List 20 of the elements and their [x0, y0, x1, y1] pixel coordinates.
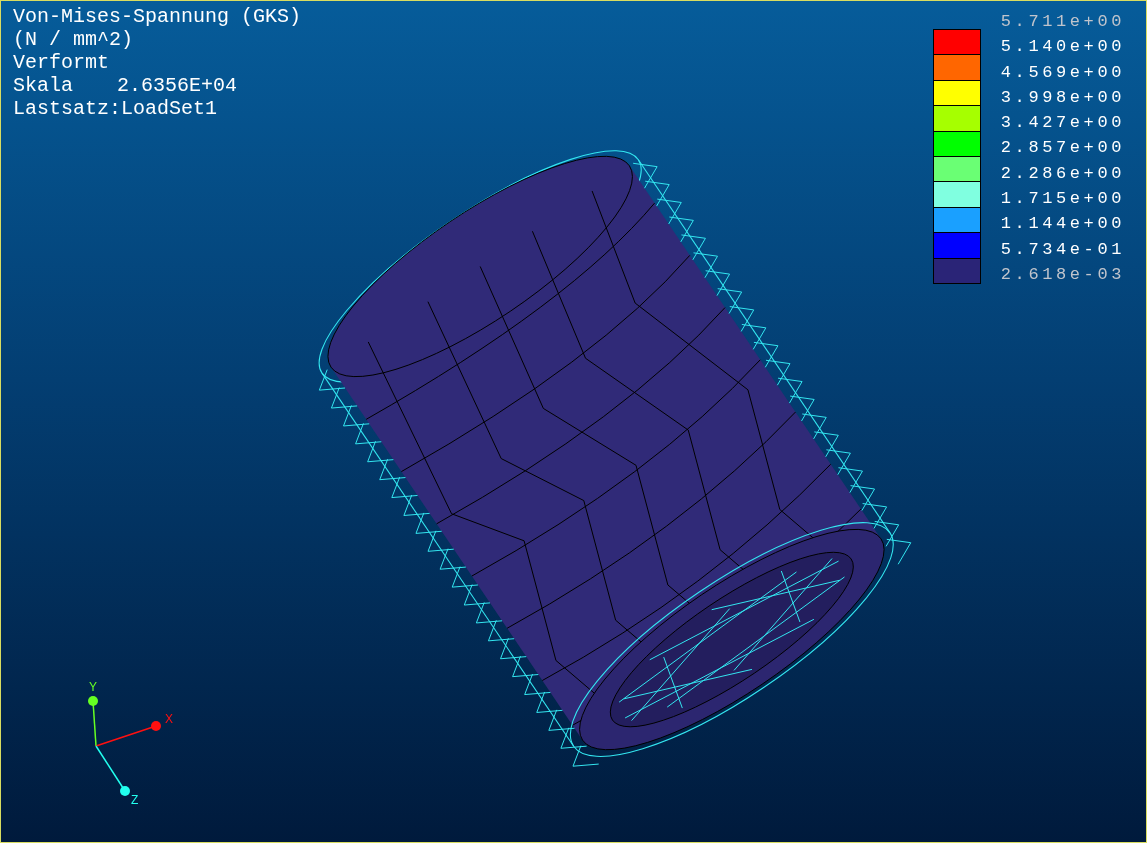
scale-label: Skala — [13, 74, 73, 97]
legend-value: 5.734e-01 — [1000, 238, 1125, 261]
scale-value: 2.6356E+04 — [117, 74, 238, 97]
legend-value: 4.569e+00 — [1000, 61, 1125, 84]
legend-value: 5.140e+00 — [1000, 36, 1125, 59]
legend-value: 3.427e+00 — [1000, 112, 1125, 135]
legend-value: 2.618e-03 — [1000, 263, 1125, 286]
legend-value: 5.711e+00 — [1000, 11, 1125, 33]
load-set-text: Lastsatz:LoadSet1 — [13, 97, 219, 120]
axis-label: X — [165, 712, 173, 726]
result-info-text: Von-Mises-Spannung (GKS) — [13, 5, 302, 28]
legend-value: 2.286e+00 — [1000, 162, 1125, 185]
legend-value: 3.998e+00 — [1000, 86, 1125, 109]
legend-value: 1.715e+00 — [1000, 188, 1125, 211]
axis-label: Y — [89, 680, 97, 694]
legend-value: 2.857e+00 — [1000, 137, 1125, 160]
result-info-text: (N / mm^2) — [13, 28, 135, 51]
legend-value: 1.144e+00 — [1000, 213, 1125, 236]
result-info-text: Verformt — [13, 51, 110, 74]
axis-label: Z — [131, 793, 139, 807]
